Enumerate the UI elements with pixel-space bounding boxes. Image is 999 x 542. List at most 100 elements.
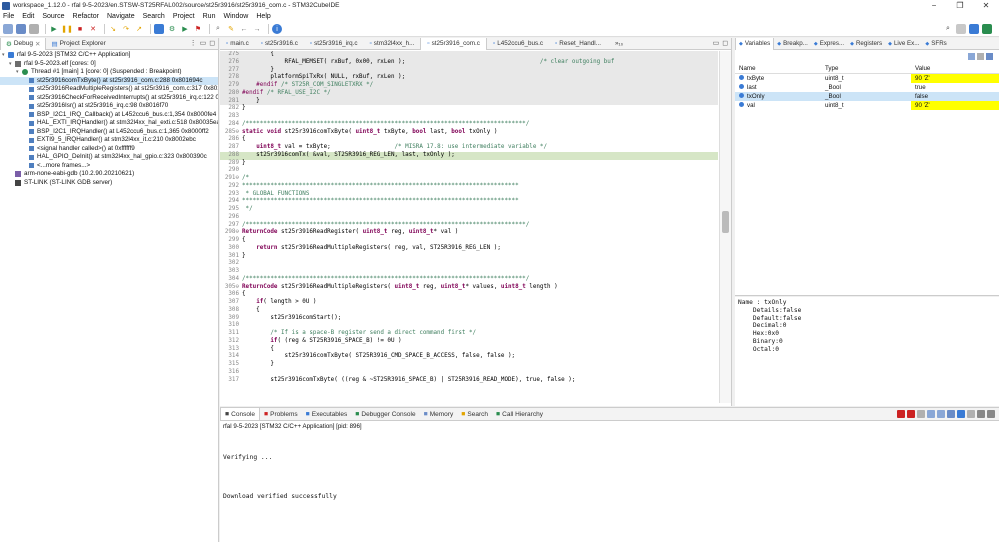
step-into-icon[interactable]: ↘ (108, 24, 118, 34)
tree-item[interactable]: EXTI9_5_IRQHandler() at stm32l4xx_it.c:2… (0, 136, 218, 145)
info-icon[interactable]: i (272, 24, 282, 34)
perspective-debug-icon[interactable] (982, 24, 992, 34)
tab-expres[interactable]: ◆ Expres... (811, 38, 847, 50)
minimize-button[interactable]: − (921, 0, 947, 11)
tree-item[interactable]: st25r3916comTxByte() at st25r3916_com.c:… (0, 76, 218, 85)
suspend-icon[interactable]: ❚❚ (61, 24, 73, 34)
tree-item[interactable]: ▾ rfal 9-5-2023.elf [cores: 0] (0, 60, 218, 69)
layout-icon[interactable] (986, 53, 993, 60)
tab-executables[interactable]: ◼ Executables (302, 408, 352, 420)
save-icon[interactable] (16, 24, 26, 34)
menu-source[interactable]: Source (42, 13, 64, 20)
tree-item[interactable]: st25r3916Isr() at st25r3916_irq.c:98 0x8… (0, 102, 218, 111)
variable-value[interactable]: false (911, 92, 999, 101)
maximize-view-icon[interactable]: ◻ (209, 39, 215, 47)
minimize-console-icon[interactable] (977, 410, 985, 418)
close-button[interactable]: ✕ (973, 0, 999, 11)
menu-help[interactable]: Help (256, 13, 270, 20)
tree-item[interactable]: HAL_GPIO_DeInit() at stm32l4xx_hal_gpio.… (0, 153, 218, 162)
tree-item[interactable]: BSP_I2C1_IRQHandler() at L452ccu6_bus.c:… (0, 128, 218, 137)
disconnect-icon[interactable]: ✕ (88, 24, 98, 34)
pin-console-icon[interactable] (947, 410, 955, 418)
tab-callhierarchy[interactable]: ◼ Call Hierarchy (492, 408, 547, 420)
run-icon[interactable]: ▶ (180, 24, 190, 34)
variable-row[interactable]: val uint8_t 90 'Z' (735, 101, 999, 110)
editor-tab[interactable]: ▫ L452ccu6_bus.c (487, 38, 549, 50)
tab-sfrs[interactable]: ◆ SFRs (922, 38, 949, 50)
editor-scrollbar[interactable] (719, 51, 731, 403)
editor-tab[interactable]: »₁₀ (607, 38, 629, 50)
tree-item[interactable]: <...more frames...> (0, 162, 218, 171)
tree-item[interactable]: ▾ Thread #1 [main] 1 [core: 0] (Suspended… (0, 68, 218, 77)
editor-tab[interactable]: ▫ st25r3916_com.c (420, 37, 487, 50)
column-value[interactable]: Value (911, 65, 999, 72)
editor-tab[interactable]: ▫ stm32l4xx_h... (364, 38, 421, 50)
external-tools-icon[interactable]: ⚑ (193, 24, 203, 34)
tab-memory[interactable]: ◼ Memory (420, 408, 458, 420)
maximize-console-icon[interactable] (987, 410, 995, 418)
tab-project-explorer[interactable]: ▤ Project Explorer (46, 38, 110, 50)
column-name[interactable]: Name (735, 65, 821, 72)
tree-item[interactable]: ST-LINK (ST-LINK GDB server) (0, 179, 218, 188)
editor-tab[interactable]: ▫ st25r3916_irq.c (304, 38, 364, 50)
tab-registers[interactable]: ◆ Registers (847, 38, 885, 50)
save-all-icon[interactable] (29, 24, 39, 34)
perspective-cpp-icon[interactable] (969, 24, 979, 34)
menu-refactor[interactable]: Refactor (73, 13, 99, 20)
tree-item[interactable]: st25r3916CheckForReceivedInterrupts() at… (0, 94, 218, 103)
forward-icon[interactable]: → (252, 24, 262, 34)
tab-console[interactable]: ◼ Console (220, 408, 261, 420)
show-type-icon[interactable] (977, 53, 984, 60)
open-console-icon[interactable] (967, 410, 975, 418)
search-icon[interactable]: ⌕ (943, 24, 953, 34)
menu-window[interactable]: Window (223, 13, 248, 20)
variable-row[interactable]: txOnly _Bool false (735, 92, 999, 101)
variable-value[interactable]: true (911, 83, 999, 92)
tree-item[interactable]: <signal handler called>() at 0xffffff9 (0, 145, 218, 154)
tab-problems[interactable]: ◼ Problems (260, 408, 302, 420)
variable-row[interactable]: last _Bool true (735, 83, 999, 92)
variable-row[interactable]: txByte uint8_t 90 'Z' (735, 74, 999, 83)
minimize-editor-icon[interactable]: ▭ (713, 39, 720, 47)
tree-item[interactable]: HAL_EXTI_IRQHandler() at stm32l4xx_hal_e… (0, 119, 218, 128)
tab-breakp[interactable]: ◆ Breakp... (774, 38, 811, 50)
code-area[interactable]: 275 {276 RFAL_MEMSET( rxBuf, 0x00, rxLen… (220, 51, 718, 403)
build-icon[interactable] (154, 24, 164, 34)
tab-search[interactable]: ◼ Search (457, 408, 492, 420)
annotation-icon[interactable]: ✎ (226, 24, 236, 34)
tab-liveex[interactable]: ◆ Live Ex... (885, 38, 922, 50)
tree-item[interactable]: BSP_I2C1_IRQ_Callback() at L452ccu6_bus.… (0, 111, 218, 120)
view-menu-icon[interactable]: ⋮ (190, 39, 197, 47)
debug-icon[interactable]: ⚙ (167, 24, 177, 34)
minimize-view-icon[interactable]: ▭ (200, 39, 207, 47)
word-wrap-icon[interactable] (937, 410, 945, 418)
tree-item[interactable]: arm-none-eabi-gdb (10.2.90.20210621) (0, 170, 218, 179)
display-console-icon[interactable] (957, 410, 965, 418)
step-return-icon[interactable]: ↗ (134, 24, 144, 34)
remove-launch-icon[interactable] (907, 410, 915, 418)
tree-item[interactable]: ▾ rfal 9-5-2023 [STM32 C/C++ Application] (0, 51, 218, 60)
tab-debug[interactable]: ⚙ Debug ✕ (0, 37, 47, 50)
terminate-console-icon[interactable] (897, 410, 905, 418)
tree-item[interactable]: st25r3916ReadMultipleRegisters() at st25… (0, 85, 218, 94)
editor-tab[interactable]: ▫ Reset_Handl... (549, 38, 607, 50)
new-icon[interactable] (3, 24, 13, 34)
maximize-button[interactable]: ❐ (947, 0, 973, 11)
tab-debuggerconsole[interactable]: ◼ Debugger Console (351, 408, 419, 420)
menu-run[interactable]: Run (203, 13, 216, 20)
menu-edit[interactable]: Edit (22, 13, 34, 20)
maximize-editor-icon[interactable]: ◻ (722, 39, 728, 47)
back-icon[interactable]: ← (239, 24, 249, 34)
collapse-all-icon[interactable] (968, 53, 975, 60)
column-type[interactable]: Type (821, 65, 911, 72)
tab-variables[interactable]: ◆ Variables (735, 37, 775, 50)
scroll-lock-icon[interactable] (927, 410, 935, 418)
scrollbar-thumb[interactable] (722, 211, 729, 233)
search-toolbar-icon[interactable]: ⌕ (213, 24, 223, 34)
clear-console-icon[interactable] (917, 410, 925, 418)
variable-value[interactable]: 90 'Z' (911, 101, 999, 110)
editor-tab[interactable]: ▫ st25r3916.c (255, 38, 304, 50)
menu-navigate[interactable]: Navigate (107, 13, 135, 20)
menu-search[interactable]: Search (143, 13, 165, 20)
menu-project[interactable]: Project (173, 13, 195, 20)
